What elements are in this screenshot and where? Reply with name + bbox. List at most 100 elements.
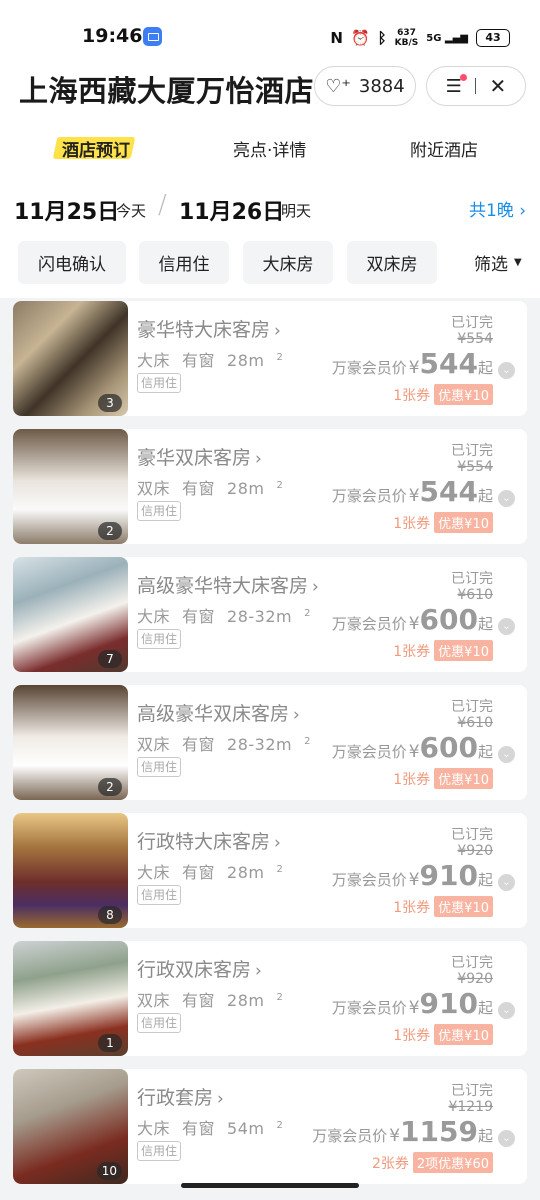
notification-dot [459, 73, 467, 81]
list-menu-icon[interactable]: ☰ [446, 73, 467, 97]
photo-count: 2 [98, 778, 122, 796]
heart-plus-icon: ♡⁺ [325, 75, 351, 97]
expand-icon[interactable]: ⌄ [498, 490, 515, 507]
nfc-icon: N [330, 29, 343, 47]
filter-button[interactable]: 筛选 ▼ [462, 241, 522, 284]
chevron-right-icon: › [293, 705, 300, 725]
room-name[interactable]: 豪华双床客房 › [137, 443, 262, 470]
message-app-icon [143, 27, 162, 46]
original-price: ¥920 [457, 971, 493, 987]
favorite-button[interactable]: ♡⁺ 3884 [314, 66, 416, 106]
filter-chip-instant-confirm[interactable]: 闪电确认 [18, 241, 126, 284]
original-price: ¥554 [457, 331, 493, 347]
filter-chip-twin-bed[interactable]: 双床房 [347, 241, 437, 284]
date-separator: / [158, 190, 167, 220]
original-price: ¥610 [457, 715, 493, 731]
original-price: ¥554 [457, 459, 493, 475]
chevron-right-icon: › [274, 321, 281, 341]
filter-bar: 闪电确认 信用住 大床房 双床房 筛选 ▼ [0, 241, 540, 285]
photo-count: 7 [98, 650, 122, 668]
coupon-info: 1张券 优惠¥10 [393, 768, 493, 789]
room-name[interactable]: 豪华特大床客房 › [137, 315, 281, 342]
room-photo[interactable]: 2 [13, 429, 128, 544]
checkin-label: 今天 [116, 202, 147, 220]
sold-out-label: 已订完 [451, 443, 493, 459]
expand-icon[interactable]: ⌄ [498, 1130, 515, 1147]
chevron-right-icon: › [274, 833, 281, 853]
nights-count[interactable]: 共1晚 › [469, 196, 526, 221]
expand-icon[interactable]: ⌄ [498, 874, 515, 891]
capsule-divider [475, 78, 477, 94]
checkout-date: 11月26日 [179, 200, 285, 225]
room-specs: 双床 有窗 28m 2 [137, 991, 284, 1010]
chevron-right-icon: › [255, 449, 262, 469]
room-name[interactable]: 行政套房 › [137, 1083, 224, 1110]
credit-stay-tag: 信用住 [137, 1013, 182, 1033]
tab-highlights[interactable]: 亮点·详情 [233, 136, 306, 161]
photo-count: 1 [98, 1034, 122, 1052]
chevron-right-icon: › [519, 201, 526, 221]
battery-icon: 43 [476, 29, 510, 47]
room-card[interactable]: 3 豪华特大床客房 › 大床 有窗 28m 2 信用住 已订完 ¥554 万豪会员价 ¥5… [13, 301, 527, 416]
room-name[interactable]: 行政特大床客房 › [137, 827, 281, 854]
expand-icon[interactable]: ⌄ [498, 1002, 515, 1019]
room-photo[interactable]: 8 [13, 813, 128, 928]
room-photo[interactable]: 3 [13, 301, 128, 416]
filter-chip-credit-stay[interactable]: 信用住 [139, 241, 229, 284]
capsule-menu: ☰ ✕ [426, 66, 526, 106]
room-name[interactable]: 行政双床客房 › [137, 955, 262, 982]
coupon-info: 1张券 优惠¥10 [393, 896, 493, 917]
filter-chip-king-bed[interactable]: 大床房 [243, 241, 333, 284]
signal-icon: 5G ▂▄▆ [426, 32, 468, 44]
room-card[interactable]: 1 行政双床客房 › 双床 有窗 28m 2 信用住 已订完 ¥920 万豪会员价 ¥91… [13, 941, 527, 1056]
bluetooth-icon: ᛒ [377, 29, 387, 47]
coupon-info: 2张券 2项优惠¥60 [372, 1152, 493, 1173]
photo-count: 10 [96, 1162, 122, 1180]
photo-count: 8 [98, 906, 122, 924]
tab-nearby-hotels[interactable]: 附近酒店 [410, 136, 478, 161]
room-card[interactable]: 8 行政特大床客房 › 大床 有窗 28m 2 信用住 已订完 ¥920 万豪会员价 ¥9… [13, 813, 527, 928]
credit-stay-tag: 信用住 [137, 885, 182, 905]
room-name[interactable]: 高级豪华特大床客房 › [137, 571, 319, 598]
room-card[interactable]: 2 高级豪华双床客房 › 双床 有窗 28-32m 2 信用住 已订完 ¥610 万豪会… [13, 685, 527, 800]
expand-icon[interactable]: ⌄ [498, 618, 515, 635]
room-photo[interactable]: 10 [13, 1069, 128, 1184]
photo-count: 3 [98, 394, 122, 412]
original-price: ¥1219 [448, 1099, 493, 1115]
credit-stay-tag: 信用住 [137, 1141, 182, 1161]
member-price: 万豪会员价 ¥544 起 ⌄ [332, 475, 515, 509]
sold-out-label: 已订完 [451, 1083, 493, 1099]
credit-stay-tag: 信用住 [137, 629, 182, 649]
room-photo[interactable]: 2 [13, 685, 128, 800]
room-photo[interactable]: 1 [13, 941, 128, 1056]
credit-stay-tag: 信用住 [137, 757, 182, 777]
expand-icon[interactable]: ⌄ [498, 362, 515, 379]
checkin-date: 11月25日 [14, 200, 120, 225]
credit-stay-tag: 信用住 [137, 501, 182, 521]
expand-icon[interactable]: ⌄ [498, 746, 515, 763]
room-card[interactable]: 7 高级豪华特大床客房 › 大床 有窗 28-32m 2 信用住 已订完 ¥610 万豪… [13, 557, 527, 672]
sold-out-label: 已订完 [451, 827, 493, 843]
home-indicator[interactable] [181, 1183, 359, 1188]
room-specs: 大床 有窗 28m 2 [137, 351, 284, 370]
room-photo[interactable]: 7 [13, 557, 128, 672]
status-bar: 19:46 N ⏰ ᛒ 637 KB/S 5G ▂▄▆ 43 [0, 20, 540, 54]
coupon-info: 1张券 优惠¥10 [393, 384, 493, 405]
favorite-count: 3884 [358, 75, 405, 97]
tab-hotel-booking[interactable]: 酒店预订 [62, 136, 130, 161]
member-price: 万豪会员价 ¥600 起 ⌄ [332, 731, 515, 765]
tab-bar: 酒店预订 亮点·详情 附近酒店 [0, 130, 540, 166]
chevron-right-icon: › [217, 1089, 224, 1109]
room-name[interactable]: 高级豪华双床客房 › [137, 699, 300, 726]
checkout-label: 明天 [281, 202, 312, 220]
original-price: ¥920 [457, 843, 493, 859]
room-card[interactable]: 2 豪华双床客房 › 双床 有窗 28m 2 信用住 已订完 ¥554 万豪会员价 ¥54… [13, 429, 527, 544]
close-icon[interactable]: ✕ [490, 74, 507, 98]
sold-out-label: 已订完 [451, 955, 493, 971]
room-specs: 双床 有窗 28m 2 [137, 479, 284, 498]
date-selector[interactable]: 11月25日 今天 / 11月26日 明天 共1晚 › [0, 190, 540, 226]
room-card[interactable]: 10 行政套房 › 大床 有窗 54m 2 信用住 已订完 ¥1219 万豪会员价 ¥11… [13, 1069, 527, 1184]
coupon-info: 1张券 优惠¥10 [393, 512, 493, 533]
chevron-right-icon: › [312, 577, 319, 597]
room-specs: 大床 有窗 28-32m 2 [137, 607, 311, 626]
